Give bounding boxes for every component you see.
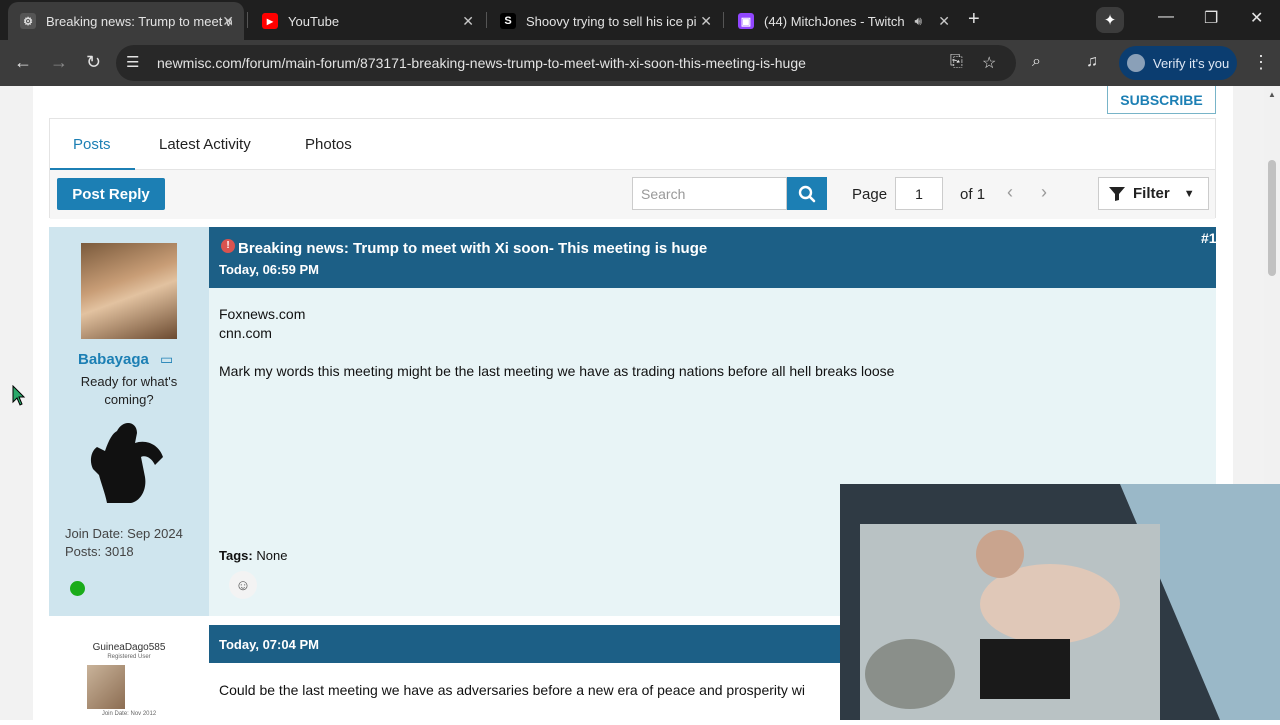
search-icon (798, 185, 816, 202)
post-body-line: Mark my words this meeting might be the … (219, 363, 895, 379)
thread-toolbar: Post Reply Search Page 1 of 1 ‹ › Filter… (50, 170, 1215, 219)
scrollbar-thumb[interactable] (1268, 160, 1276, 276)
forward-icon[interactable]: → (50, 52, 68, 73)
lens-search-icon[interactable]: ⌕ (1032, 53, 1041, 71)
verify-label: Verify it's you (1153, 55, 1230, 71)
mouse-cursor-icon (12, 385, 26, 406)
subscribe-button[interactable]: SUBSCRIBE (1107, 86, 1216, 114)
reload-icon[interactable]: ↻ (86, 52, 101, 73)
user-title: Ready for what's coming? (80, 374, 178, 407)
post-body: Foxnews.com cnn.com Mark my words this m… (219, 305, 894, 381)
forum-favicon-icon: ⚙ (20, 13, 36, 29)
post-body: Could be the last meeting we have as adv… (219, 682, 806, 698)
twitch-icon: ▣ (738, 13, 754, 29)
search-input[interactable]: Search (632, 177, 787, 210)
site-info-icon[interactable]: ☰ (126, 53, 139, 71)
search-button[interactable] (787, 177, 827, 210)
post-number-link[interactable]: #1 (1201, 230, 1217, 246)
tags-label: Tags: (219, 548, 253, 563)
username-link[interactable]: Babayaga (78, 351, 149, 368)
page-number-input[interactable]: 1 (895, 177, 943, 210)
post-body-line: cnn.com (219, 325, 272, 341)
restore-icon[interactable]: ❐ (1204, 8, 1218, 28)
prev-page-icon[interactable]: ‹ (1007, 182, 1013, 203)
tab-title: Shoovy trying to sell his ice piss (526, 13, 696, 29)
thread-tabs-panel: Posts Latest Activity Photos Post Reply … (49, 118, 1216, 219)
close-tab-icon[interactable]: ✕ (938, 13, 950, 30)
new-tab-button[interactable]: + (968, 8, 980, 31)
tab-title: Breaking news: Trump to meet w (46, 13, 232, 29)
post-body-line (219, 343, 894, 362)
add-reaction-icon[interactable]: ☺ (229, 571, 257, 599)
menu-kebab-icon[interactable]: ⋮ (1252, 52, 1270, 73)
tab-latest-activity[interactable]: Latest Activity (159, 136, 251, 153)
filter-funnel-icon (1109, 186, 1125, 201)
webcam-overlay (840, 484, 1280, 720)
post-date: Today, 06:59 PM (219, 262, 319, 277)
page-label: Page (852, 186, 888, 203)
close-window-icon[interactable]: ✕ (1250, 8, 1263, 28)
user-avatar[interactable] (81, 243, 177, 339)
tab-separator (486, 12, 487, 28)
gemini-icon[interactable]: ✦ (1096, 7, 1124, 33)
close-tab-icon[interactable]: ✕ (462, 13, 474, 30)
join-date: Join Date: Nov 2012 (101, 711, 157, 717)
webcam-image (840, 484, 1280, 720)
post-tags: Tags: None (219, 548, 287, 563)
tags-value: None (256, 548, 288, 563)
close-tab-icon[interactable]: ✕ (700, 13, 712, 30)
tab-separator (247, 12, 248, 28)
post-title: Breaking news: Trump to meet with Xi soo… (238, 240, 708, 257)
filter-button[interactable]: Filter ▼ (1098, 177, 1209, 210)
speaker-icon[interactable]: 🔊︎ (914, 14, 922, 29)
total-pages: 1 (976, 186, 986, 203)
post-date: Today, 07:04 PM (219, 637, 319, 652)
next-page-icon[interactable]: › (1041, 182, 1047, 203)
tab-forum[interactable]: ⚙ Breaking news: Trump to meet w ✕ (8, 2, 244, 40)
page-of-label: of 1 (960, 186, 986, 203)
online-status-dot (70, 581, 85, 596)
verify-profile-button[interactable]: Verify it's you (1119, 46, 1237, 80)
tab-twitch[interactable]: ▣ (44) MitchJones - Twitch 🔊︎ ✕ (726, 2, 960, 40)
close-tab-icon[interactable]: ✕ (222, 13, 234, 30)
post-author-panel: GuineaDago585 Registered User Join Date:… (49, 625, 209, 725)
username-link[interactable]: GuineaDago585 (49, 642, 209, 653)
tab-posts[interactable]: Posts (73, 136, 111, 153)
url-text[interactable]: newmisc.com/forum/main-forum/873171-brea… (157, 55, 806, 71)
scroll-up-icon[interactable]: ▲ (1268, 90, 1276, 99)
bookmark-star-icon[interactable]: ☆ (982, 53, 996, 73)
youtube-icon: ▶ (262, 13, 278, 29)
tab-shoovy[interactable]: S Shoovy trying to sell his ice piss ✕ (488, 2, 722, 40)
minimize-icon[interactable]: — (1158, 8, 1174, 26)
alert-icon: ! (221, 239, 235, 253)
join-date: Join Date: Sep 2024 (65, 526, 183, 541)
install-app-icon[interactable]: ⎘ (950, 53, 963, 71)
tab-youtube[interactable]: ▶ YouTube ✕ (250, 2, 484, 40)
user-avatar[interactable] (87, 665, 125, 709)
post-count: Posts: 3018 (65, 544, 134, 559)
tab-separator (723, 12, 724, 28)
user-rank: Registered User (107, 654, 151, 660)
post-header: ! Breaking news: Trump to meet with Xi s… (209, 227, 1217, 288)
private-message-icon[interactable]: ▭ (160, 351, 173, 368)
address-bar[interactable]: ☰ newmisc.com/forum/main-forum/873171-br… (116, 45, 1016, 81)
chevron-down-icon: ▼ (1183, 187, 1195, 200)
thread-tab-row: Posts Latest Activity Photos (50, 119, 1215, 170)
profile-avatar (1127, 54, 1145, 72)
media-controls-icon[interactable]: ♫ (1086, 53, 1098, 71)
s-favicon-icon: S (500, 13, 516, 29)
filter-label: Filter (1133, 185, 1170, 202)
browser-tab-strip: ⚙ Breaking news: Trump to meet w ✕ ▶ You… (0, 0, 1280, 40)
post-reply-button[interactable]: Post Reply (57, 178, 165, 210)
rank-badge-icon (90, 422, 163, 503)
back-icon[interactable]: ← (14, 52, 32, 73)
tab-photos[interactable]: Photos (305, 136, 352, 153)
post-body-line: Foxnews.com (219, 306, 306, 322)
browser-toolbar: ← → ↻ ☰ newmisc.com/forum/main-forum/873… (0, 40, 1280, 86)
tab-title: YouTube (288, 13, 340, 29)
post-author-panel: Babayaga ▭ Ready for what's coming? Join… (49, 227, 209, 616)
